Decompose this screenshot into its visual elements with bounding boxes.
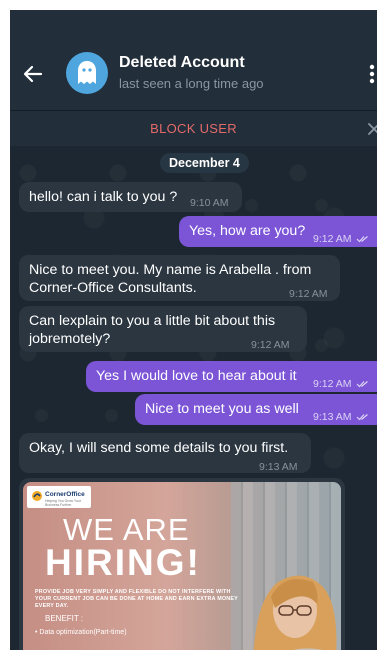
message-time: 9:12 AM xyxy=(313,230,370,248)
woman-photo xyxy=(253,575,337,650)
company-logo: CornerOffice Helping You Grow Your Busin… xyxy=(27,486,91,508)
message-incoming[interactable]: Okay, I will send some details to you fi… xyxy=(19,433,311,473)
date-separator: December 4 xyxy=(160,153,249,173)
message-time: 9:13 AM xyxy=(259,461,298,473)
image-message[interactable]: CornerOffice Helping You Grow Your Busin… xyxy=(19,478,345,650)
message-time: 9:13 AM xyxy=(313,408,370,426)
flyer-benefit-label: BENEFIT : xyxy=(45,614,84,623)
chat-screen: Deleted Account last seen a long time ag… xyxy=(10,10,377,650)
message-time: 9:10 AM xyxy=(190,197,229,209)
logo-tagline: Helping You Grow Your Business Further xyxy=(45,499,81,507)
message-incoming[interactable]: Nice to meet you. My name is Arabella . … xyxy=(19,255,340,301)
chat-header: Deleted Account last seen a long time ag… xyxy=(10,10,377,110)
avatar[interactable] xyxy=(66,52,108,94)
message-outgoing[interactable]: Yes, how are you? 9:12 AM xyxy=(179,216,377,247)
message-time: 9:12 AM xyxy=(289,288,328,300)
arrow-left-icon[interactable] xyxy=(22,63,44,85)
message-text-line: Can lexplain to you a little bit about t… xyxy=(29,313,276,329)
message-outgoing[interactable]: Nice to meet you as well 9:13 AM xyxy=(135,394,377,425)
message-time: 9:12 AM xyxy=(313,375,370,393)
block-user-bar: BLOCK USER xyxy=(10,110,377,146)
message-text-line: Nice to meet you. My name is Arabella . … xyxy=(29,262,312,278)
message-text-line: Corner-Office Consultants. xyxy=(29,280,197,296)
message-text: Yes, how are you? xyxy=(189,223,306,239)
message-text: hello! can i talk to you ? xyxy=(29,189,178,205)
message-time: 9:12 AM xyxy=(251,339,290,351)
double-check-icon xyxy=(357,236,369,243)
message-incoming[interactable]: hello! can i talk to you ? 9:10 AM xyxy=(19,182,242,212)
message-text: Yes I would love to hear about it xyxy=(96,368,297,384)
close-icon[interactable] xyxy=(367,122,377,136)
flyer-description: PROVIDE JOB VERY SIMPLY AND FLEXIBLE DO … xyxy=(35,589,238,609)
message-text: Okay, I will send some details to you fi… xyxy=(29,440,289,456)
hiring-flyer-image[interactable]: CornerOffice Helping You Grow Your Busin… xyxy=(23,482,341,650)
contact-name[interactable]: Deleted Account xyxy=(119,54,245,72)
double-check-icon xyxy=(357,414,369,421)
logo-swirl-icon xyxy=(32,491,42,501)
block-user-button[interactable]: BLOCK USER xyxy=(10,121,377,136)
flyer-heading-hiring: HIRING! xyxy=(45,542,201,583)
message-outgoing[interactable]: Yes I would love to hear about it 9:12 A… xyxy=(86,361,377,392)
flyer-benefit-item: • Data optimization(Part-time) xyxy=(35,629,127,636)
last-seen-status: last seen a long time ago xyxy=(119,76,264,91)
message-incoming[interactable]: Can lexplain to you a little bit about t… xyxy=(19,306,307,352)
more-vertical-icon[interactable] xyxy=(367,62,377,86)
message-text: Nice to meet you as well xyxy=(145,401,299,417)
logo-name: CornerOffice xyxy=(45,491,85,498)
ghost-icon xyxy=(78,61,96,84)
double-check-icon xyxy=(357,381,369,388)
